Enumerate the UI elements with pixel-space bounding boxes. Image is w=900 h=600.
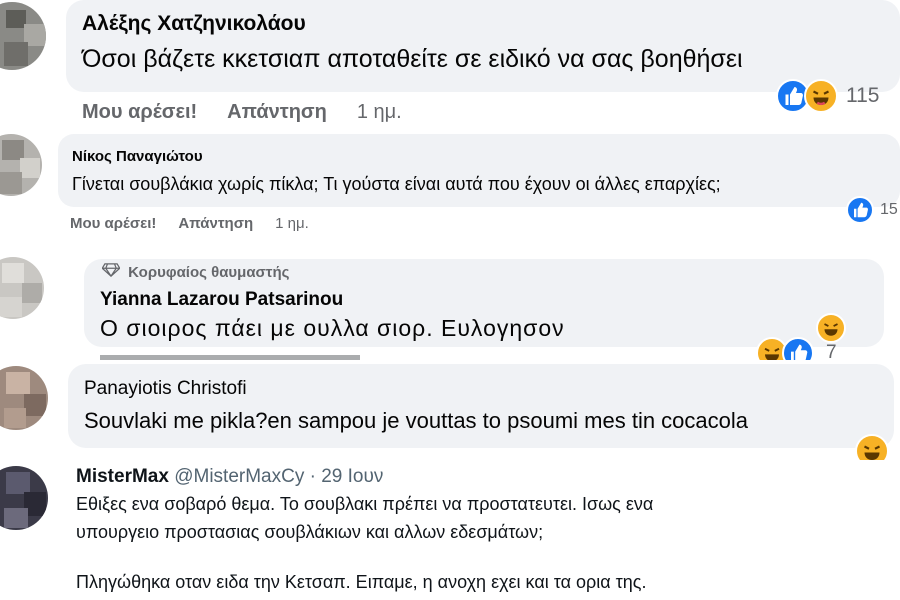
reaction-count: 115 xyxy=(846,84,880,107)
reactions-summary[interactable]: 7 xyxy=(756,337,837,360)
comment-bubble xyxy=(68,364,894,448)
comment-3: Κορυφαίος θαυμαστής Yianna Lazarou Patsa… xyxy=(0,245,900,360)
tweet-line-1: Εθιξες ενα σοβαρό θεμα. Το σουβλακι πρέπ… xyxy=(76,494,654,514)
comment-time[interactable]: 1 ημ. xyxy=(275,215,309,232)
tweet-line-3: Πληγώθηκα οταν ειδα την Κετσαπ. Ειπαμε, … xyxy=(76,572,647,592)
avatar[interactable] xyxy=(0,134,42,196)
reactions-summary[interactable]: 115 xyxy=(776,79,879,113)
tweet-date[interactable]: 29 Ιουν xyxy=(321,466,383,487)
comment-text: Όσοι βάζετε κκετσιαπ αποταθείτε σε ειδικ… xyxy=(82,45,743,73)
reaction-count: 7 xyxy=(826,342,837,360)
avatar[interactable] xyxy=(0,466,48,530)
top-fan-badge: Κορυφαίος θαυμαστής xyxy=(101,263,289,281)
tweet: MisterMax @MisterMaxCy · 29 Ιουν Εθιξες … xyxy=(0,460,900,600)
reactions-summary[interactable]: 15 xyxy=(846,196,898,224)
diamond-icon xyxy=(101,263,124,281)
haha-icon xyxy=(804,79,838,113)
comment-author[interactable]: Νίκος Παναγιώτου xyxy=(72,148,203,165)
like-icon xyxy=(782,337,814,360)
like-icon xyxy=(846,196,874,224)
tweet-line-2: υπουργειο προστασιας σουβλάκιων και αλλω… xyxy=(76,522,544,542)
reply-link[interactable]: Απάντηση xyxy=(178,215,253,232)
avatar[interactable] xyxy=(0,2,46,70)
haha-icon[interactable] xyxy=(855,434,889,460)
like-link[interactable]: Μου αρέσει! xyxy=(70,215,156,232)
tweet-handle[interactable]: @MisterMaxCy xyxy=(174,466,304,487)
avatar[interactable] xyxy=(0,257,44,319)
like-link[interactable]: Μου αρέσει! xyxy=(82,101,197,124)
comment-text: Ο σιοιρος πάει με ουλλα σιορ. Ευλογησον xyxy=(100,315,565,341)
comment-author[interactable]: Panayiotis Christofi xyxy=(84,378,247,400)
comment-text: Souvlaki me pikla?en sampou je vouttas t… xyxy=(84,408,749,433)
comment-bubble xyxy=(58,134,900,207)
comment-text: Γίνεται σουβλάκια χωρίς πίκλα; Τι γούστα… xyxy=(72,174,721,194)
reaction-count: 15 xyxy=(880,201,898,218)
avatar[interactable] xyxy=(0,366,48,430)
tweet-header: MisterMax @MisterMaxCy · 29 Ιουν xyxy=(76,466,383,488)
comment-author[interactable]: Αλέξης Χατζηνικολάου xyxy=(82,12,306,36)
comment-1: Αλέξης Χατζηνικολάου Όσοι βάζετε κκετσια… xyxy=(0,0,900,130)
tweet-author[interactable]: MisterMax xyxy=(76,466,169,487)
comment-2: Νίκος Παναγιώτου Γίνεται σουβλάκια χωρίς… xyxy=(0,130,900,245)
separator: · xyxy=(309,466,316,487)
comment-actions: Μου αρέσει! Απάντηση 1 ημ. xyxy=(82,101,402,124)
comment-actions: Μου αρέσει! Απάντηση 1 ημ. xyxy=(70,215,309,232)
comment-4: Panayiotis Christofi Souvlaki me pikla?e… xyxy=(0,360,900,460)
reply-link[interactable]: Απάντηση xyxy=(227,101,327,124)
comment-time[interactable]: 1 ημ. xyxy=(357,101,402,124)
comment-author[interactable]: Yianna Lazarou Patsarinou xyxy=(100,289,343,311)
